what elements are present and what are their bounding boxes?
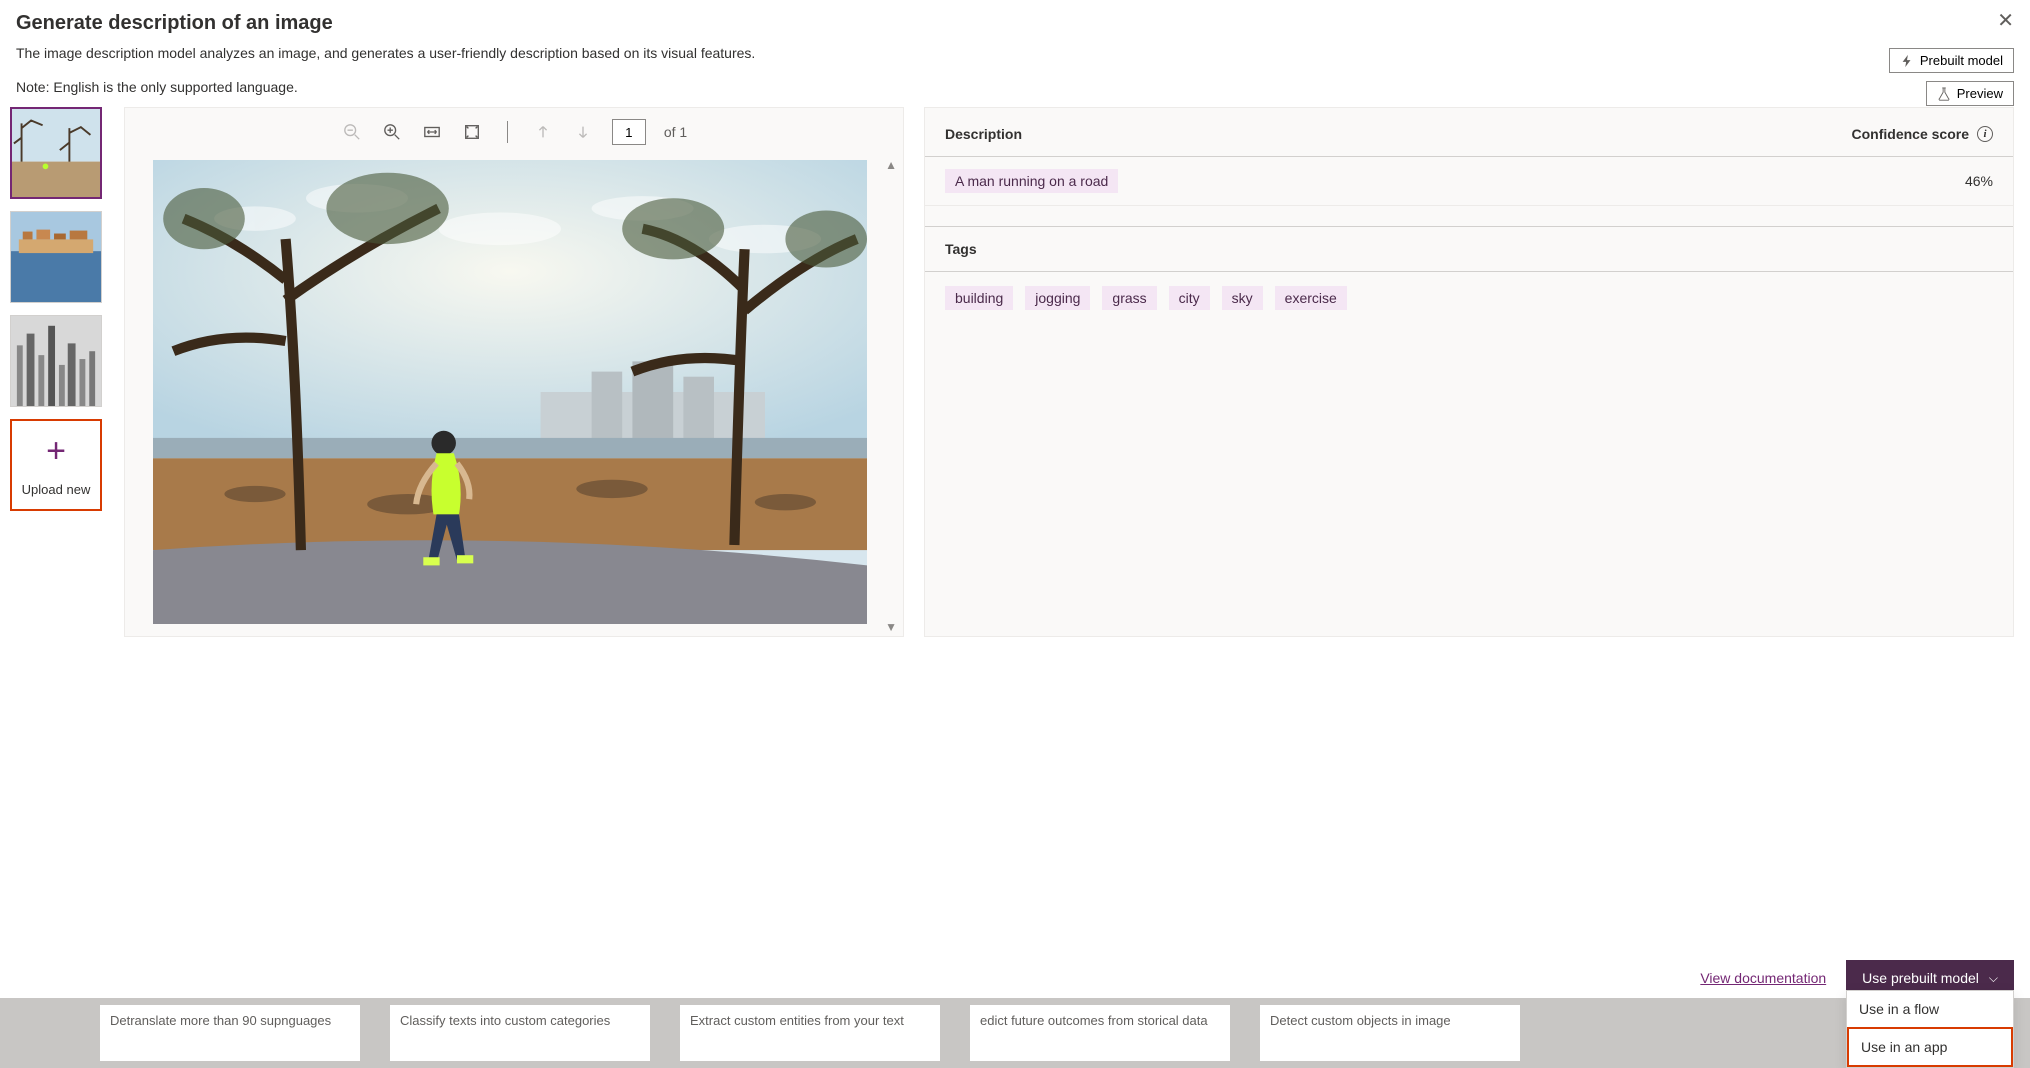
- image-viewer: of 1 ▲ ▼: [124, 107, 904, 637]
- page-of-label: of 1: [664, 124, 687, 140]
- bg-card: Extract custom entities from your text: [680, 1005, 940, 1061]
- confidence-heading: Confidence score: [1852, 126, 1969, 142]
- thumbnail-1[interactable]: [10, 107, 102, 199]
- page-note: Note: English is the only supported lang…: [16, 79, 2014, 95]
- upload-new-label: Upload new: [22, 482, 91, 497]
- thumbnail-strip: + Upload new: [10, 107, 104, 823]
- background-cards: Detranslate more than 90 supnguages Clas…: [0, 998, 2030, 1068]
- image-canvas: ▲ ▼: [125, 156, 903, 636]
- prev-page-button[interactable]: [532, 121, 554, 143]
- tags-heading: Tags: [925, 227, 2013, 272]
- bg-card: Detect custom objects in image: [1260, 1005, 1520, 1061]
- upload-new-button[interactable]: + Upload new: [10, 419, 102, 511]
- main-image: [153, 160, 867, 624]
- tag-pill: grass: [1102, 286, 1156, 310]
- page-subtitle: The image description model analyzes an …: [16, 45, 2014, 61]
- bg-card: Classify texts into custom categories: [390, 1005, 650, 1061]
- toolbar-divider: [507, 121, 508, 143]
- tags-list: building jogging grass city sky exercise: [925, 272, 2013, 324]
- view-documentation-link[interactable]: View documentation: [1700, 970, 1826, 986]
- close-icon[interactable]: ✕: [1997, 8, 2014, 33]
- lightning-icon: [1900, 54, 1914, 68]
- use-prebuilt-model-label: Use prebuilt model: [1862, 970, 1979, 986]
- zoom-out-button[interactable]: [341, 121, 363, 143]
- zoom-in-button[interactable]: [381, 121, 403, 143]
- scroll-down-icon[interactable]: ▼: [885, 620, 897, 634]
- bg-card: Detranslate more than 90 supnguages: [100, 1005, 360, 1061]
- confidence-value: 46%: [1965, 173, 1993, 189]
- preview-button[interactable]: Preview: [1926, 81, 2014, 106]
- description-heading: Description: [945, 126, 1022, 142]
- prebuilt-model-label: Prebuilt model: [1920, 53, 2003, 68]
- page-input[interactable]: [612, 119, 646, 145]
- preview-label: Preview: [1957, 86, 2003, 101]
- bg-card: edict future outcomes from storical data: [970, 1005, 1230, 1061]
- use-model-menu: Use in a flow Use in an app: [1846, 990, 2014, 1068]
- results-panel: Description Confidence score i A man run…: [924, 107, 2014, 637]
- plus-icon: +: [46, 434, 66, 468]
- flask-icon: [1937, 87, 1951, 101]
- tag-pill: city: [1169, 286, 1210, 310]
- prebuilt-model-button[interactable]: Prebuilt model: [1889, 48, 2014, 73]
- thumbnail-3[interactable]: [10, 315, 102, 407]
- info-icon[interactable]: i: [1977, 126, 1993, 142]
- tag-pill: building: [945, 286, 1013, 310]
- scroll-up-icon[interactable]: ▲: [885, 158, 897, 172]
- fit-width-button[interactable]: [421, 121, 443, 143]
- tag-pill: jogging: [1025, 286, 1090, 310]
- tag-pill: exercise: [1275, 286, 1347, 310]
- description-pill: A man running on a road: [945, 169, 1118, 193]
- tag-pill: sky: [1222, 286, 1263, 310]
- viewer-toolbar: of 1: [125, 108, 903, 156]
- fit-page-button[interactable]: [461, 121, 483, 143]
- menu-use-in-flow[interactable]: Use in a flow: [1847, 991, 2013, 1027]
- thumbnail-2[interactable]: [10, 211, 102, 303]
- next-page-button[interactable]: [572, 121, 594, 143]
- page-title: Generate description of an image: [16, 12, 2014, 35]
- chevron-down-icon: ⌵: [1989, 971, 1998, 986]
- menu-use-in-app[interactable]: Use in an app: [1847, 1027, 2013, 1067]
